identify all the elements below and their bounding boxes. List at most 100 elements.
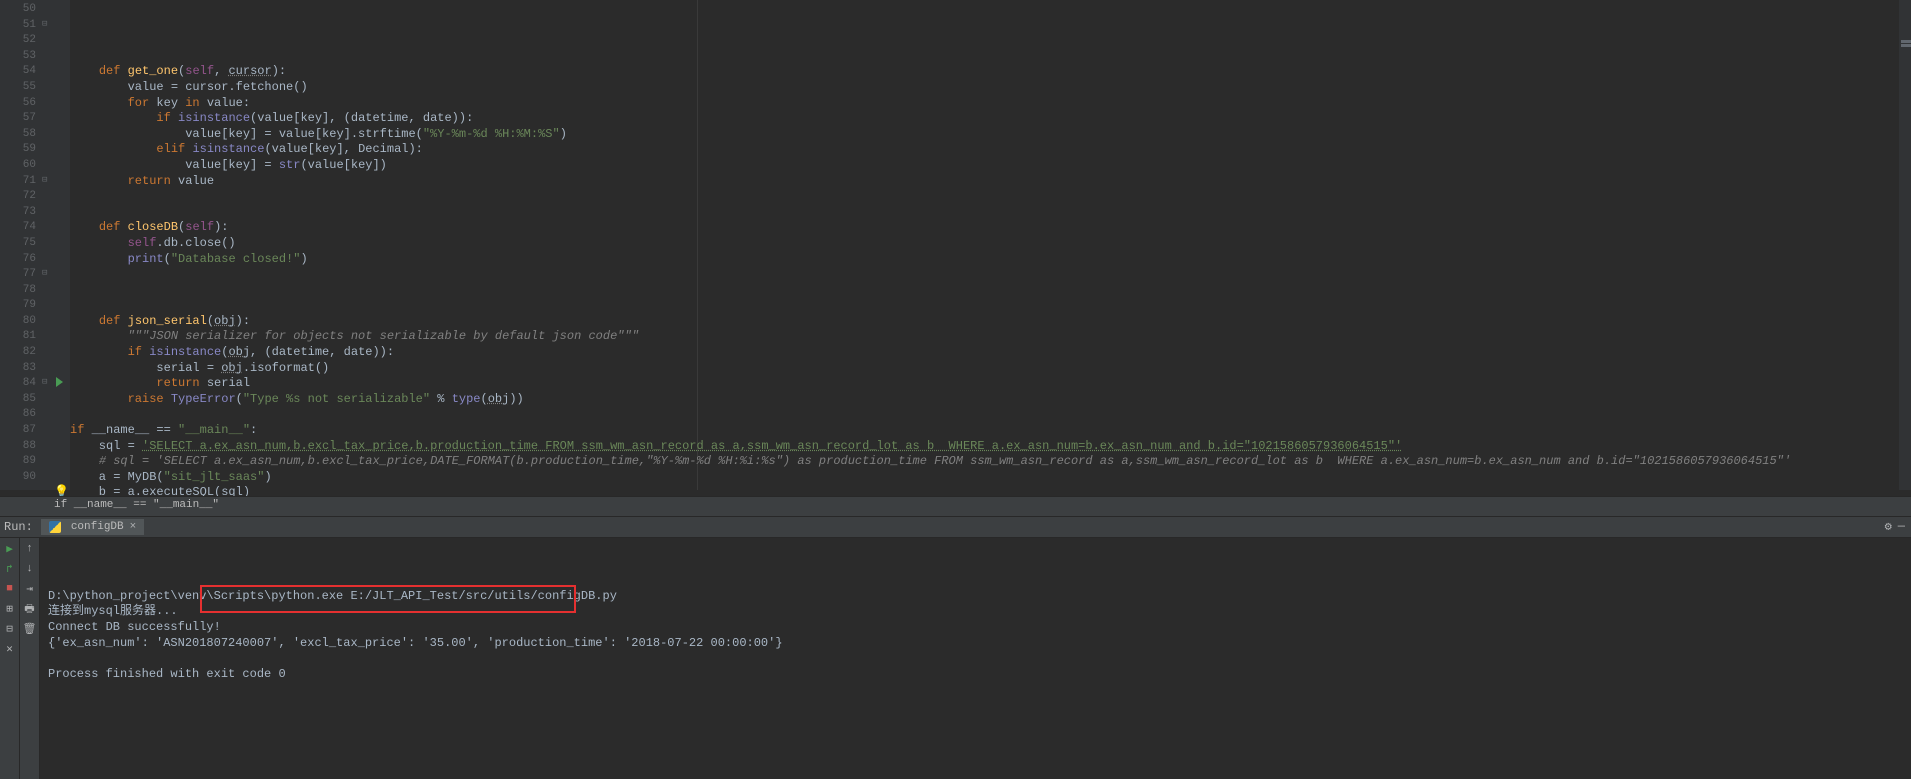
run-tool-window: Run: configDB × ▶ ↱ ■ ⊞ ⊟ ✕ ↑ ↓ ⇥ 🖶 🗑 D:… xyxy=(0,516,1911,779)
fold-toggle-icon[interactable]: ⊟ xyxy=(42,19,54,31)
line-number: 81 xyxy=(10,329,36,345)
run-tab-label: configDB xyxy=(71,521,124,533)
line-number: 75 xyxy=(10,236,36,252)
line-number: 54 xyxy=(10,64,36,80)
tool-window-options: ⚙ — xyxy=(1885,519,1905,534)
marker xyxy=(1901,44,1911,47)
code-line[interactable]: value = cursor.fetchone() xyxy=(70,80,1911,96)
line-number: 51 xyxy=(10,18,36,34)
line-number: 53 xyxy=(10,49,36,65)
editor-overview-ruler[interactable] xyxy=(1899,0,1911,490)
console-line: {'ex_asn_num': 'ASN201807240007', 'excl_… xyxy=(48,636,1903,652)
line-number: 55 xyxy=(10,80,36,96)
code-line[interactable]: serial = obj.isoformat() xyxy=(70,361,1911,377)
line-number: 88 xyxy=(10,439,36,455)
minimize-icon[interactable]: — xyxy=(1898,519,1905,534)
breadcrumb-item[interactable]: if __name__ == "__main__" xyxy=(54,499,219,511)
code-line[interactable]: def closeDB(self): xyxy=(70,220,1911,236)
console-line: D:\python_project\venv\Scripts\python.ex… xyxy=(48,589,1903,605)
code-line[interactable]: elif isinstance(value[key], Decimal): xyxy=(70,142,1911,158)
breadcrumb[interactable]: if __name__ == "__main__" xyxy=(0,496,1911,516)
line-number: 85 xyxy=(10,392,36,408)
line-number: 83 xyxy=(10,361,36,377)
code-line[interactable] xyxy=(70,205,1911,221)
line-number: 87 xyxy=(10,423,36,439)
stop-icon[interactable]: ■ xyxy=(3,582,17,596)
line-number: 71 xyxy=(10,174,36,190)
intention-bulb-icon[interactable]: 💡 xyxy=(54,485,64,495)
line-number: 56 xyxy=(10,96,36,112)
line-number: 86 xyxy=(10,407,36,423)
code-line[interactable]: return value xyxy=(70,174,1911,190)
marker xyxy=(1901,40,1911,43)
run-label: Run: xyxy=(4,520,33,534)
code-line[interactable]: self.db.close() xyxy=(70,236,1911,252)
layout-icon[interactable]: ⊞ xyxy=(3,602,17,616)
trash-icon[interactable]: 🗑 xyxy=(23,622,37,636)
line-number: 79 xyxy=(10,298,36,314)
run-left-toolbar-1: ▶ ↱ ■ ⊞ ⊟ ✕ xyxy=(0,538,20,779)
fold-toggle-icon[interactable]: ⊟ xyxy=(42,175,54,187)
gear-icon[interactable]: ⚙ xyxy=(1885,519,1892,534)
code-line[interactable]: def get_one(self, cursor): xyxy=(70,64,1911,80)
fold-gutter[interactable]: ⊟ ⊟ ⊟ ⊟ xyxy=(42,0,56,490)
code-line[interactable]: sql = 'SELECT a.ex_asn_num,b.excl_tax_pr… xyxy=(70,439,1911,455)
line-number: 80 xyxy=(10,314,36,330)
fold-toggle-icon[interactable]: ⊟ xyxy=(42,377,54,389)
print-icon[interactable]: 🖶 xyxy=(23,602,37,616)
code-line[interactable]: for key in value: xyxy=(70,96,1911,112)
code-line[interactable]: """JSON serializer for objects not seria… xyxy=(70,329,1911,345)
console-output[interactable]: D:\python_project\venv\Scripts\python.ex… xyxy=(40,538,1911,779)
code-line[interactable]: raise TypeError("Type %s not serializabl… xyxy=(70,392,1911,408)
close-tool-icon[interactable]: ✕ xyxy=(3,642,17,656)
code-line[interactable]: a = MyDB("sit_jlt_saas") xyxy=(70,470,1911,486)
code-line[interactable] xyxy=(70,267,1911,283)
rerun-icon[interactable]: ▶ xyxy=(3,542,17,556)
code-line[interactable]: print("Database closed!") xyxy=(70,252,1911,268)
code-line[interactable]: value[key] = str(value[key]) xyxy=(70,158,1911,174)
line-number: 59 xyxy=(10,142,36,158)
line-number: 50 xyxy=(10,2,36,18)
wrap-icon[interactable]: ⇥ xyxy=(23,582,37,596)
code-line[interactable]: if __name__ == "__main__": xyxy=(70,423,1911,439)
close-icon[interactable]: × xyxy=(130,521,137,533)
run-tab[interactable]: configDB × xyxy=(41,519,144,535)
line-number-gutter[interactable]: 5051525354555657585960717273747576777879… xyxy=(10,0,42,490)
fold-toggle-icon[interactable]: ⊟ xyxy=(42,268,54,280)
line-number: 84 xyxy=(10,376,36,392)
console-line: Connect DB successfully! xyxy=(48,620,1903,636)
console-line: 连接到mysql服务器... xyxy=(48,604,1903,620)
run-left-toolbar-2: ↑ ↓ ⇥ 🖶 🗑 xyxy=(20,538,40,779)
run-line-icon[interactable] xyxy=(56,377,63,387)
code-line[interactable] xyxy=(70,298,1911,314)
code-line[interactable] xyxy=(70,407,1911,423)
run-gutter[interactable] xyxy=(56,0,70,490)
line-number: 78 xyxy=(10,283,36,299)
line-number: 82 xyxy=(10,345,36,361)
code-line[interactable]: return serial xyxy=(70,376,1911,392)
code-line[interactable] xyxy=(70,49,1911,65)
code-line[interactable] xyxy=(70,283,1911,299)
editor-left-margin xyxy=(0,0,10,490)
run-tool-body: ▶ ↱ ■ ⊞ ⊟ ✕ ↑ ↓ ⇥ 🖶 🗑 D:\python_project\… xyxy=(0,538,1911,779)
line-number: 58 xyxy=(10,127,36,143)
line-number: 60 xyxy=(10,158,36,174)
code-line[interactable]: def json_serial(obj): xyxy=(70,314,1911,330)
code-line[interactable]: if isinstance(value[key], (datetime, dat… xyxy=(70,111,1911,127)
code-line[interactable]: value[key] = value[key].strftime("%Y-%m-… xyxy=(70,127,1911,143)
code-line[interactable]: # sql = 'SELECT a.ex_asn_num,b.excl_tax_… xyxy=(70,454,1911,470)
code-editor[interactable]: def get_one(self, cursor): value = curso… xyxy=(70,0,1911,490)
code-line[interactable]: if isinstance(obj, (datetime, date)): xyxy=(70,345,1911,361)
line-number: 90 xyxy=(10,470,36,486)
line-number: 57 xyxy=(10,111,36,127)
line-number: 77 xyxy=(10,267,36,283)
editor-area: 5051525354555657585960717273747576777879… xyxy=(0,0,1911,490)
code-line[interactable] xyxy=(70,189,1911,205)
line-number: 72 xyxy=(10,189,36,205)
line-number: 89 xyxy=(10,454,36,470)
run-arrow-icon[interactable]: ↱ xyxy=(3,562,17,576)
up-icon[interactable]: ↑ xyxy=(23,542,37,556)
pin-icon[interactable]: ⊟ xyxy=(3,622,17,636)
down-icon[interactable]: ↓ xyxy=(23,562,37,576)
run-tool-header: Run: configDB × xyxy=(0,516,1911,538)
